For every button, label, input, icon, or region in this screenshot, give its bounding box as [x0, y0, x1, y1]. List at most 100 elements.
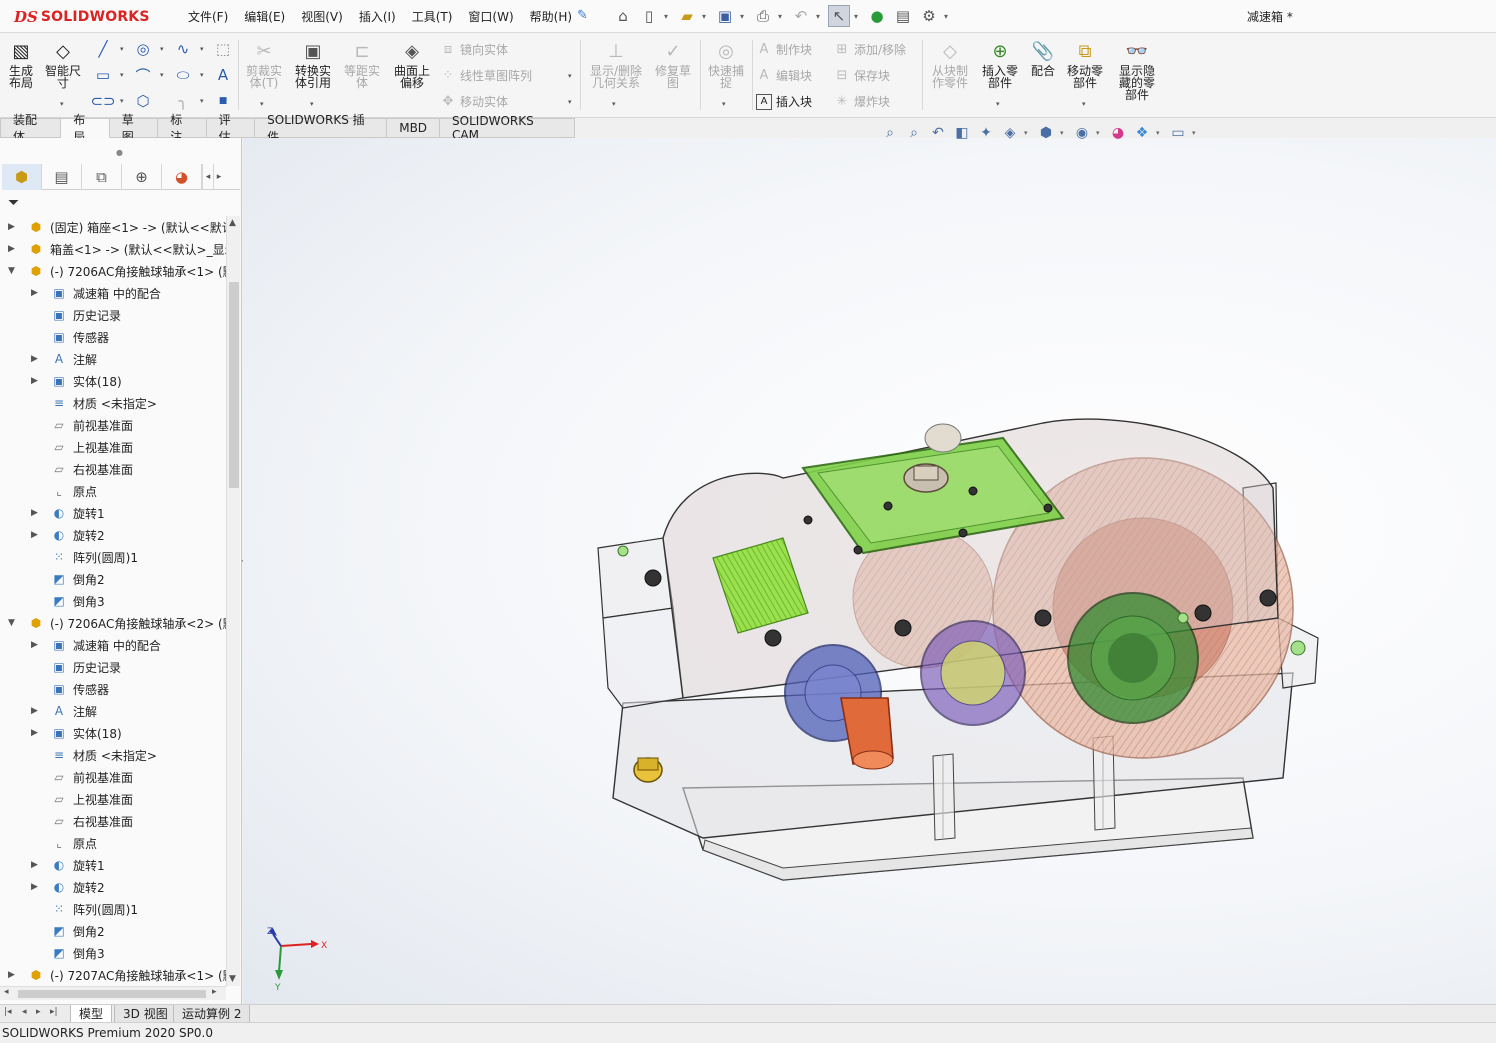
tree-item[interactable]: ▶ ◐ 旋转1 [0, 854, 226, 876]
ellipse-icon[interactable]: ⬭ [174, 66, 192, 84]
save-block-button[interactable]: ⊟ 保存块 [834, 67, 890, 84]
options-dropdown-icon[interactable]: ▾ [944, 12, 952, 21]
text-icon[interactable]: A [214, 66, 232, 84]
mate-button[interactable]: 📎 配合 [1026, 40, 1060, 78]
trim-entities-button[interactable]: ✂ 剪裁实体(T) [244, 40, 284, 90]
tree-item[interactable]: ▶ ▣ 减速箱 中的配合 [0, 634, 226, 656]
display-style-dropdown-icon[interactable]: ▾ [1060, 129, 1068, 137]
tree-item[interactable]: ▼ ⬢ (-) 7206AC角接触球轴承<1> (默 [0, 260, 226, 282]
menu-insert[interactable]: 插入(I) [351, 8, 404, 25]
tree-item[interactable]: ▱ 右视基准面 [0, 458, 226, 480]
select-arrow-icon[interactable]: ↖ [828, 5, 850, 27]
new-document-icon[interactable]: ▯ [638, 5, 660, 27]
new-dropdown-icon[interactable]: ▾ [664, 12, 672, 21]
menu-window[interactable]: 窗口(W) [460, 8, 521, 25]
zoom-to-fit-icon[interactable]: ⌕ [880, 123, 900, 143]
expand-arrow-icon[interactable]: ▶ [31, 728, 41, 738]
tab-evaluate[interactable]: 评估 [206, 113, 256, 144]
tree-item[interactable]: ⁙ 阵列(圆周)1 [0, 898, 226, 920]
make-block-button[interactable]: A 制作块 [756, 41, 812, 58]
add-remove-button[interactable]: ⊞ 添加/移除 [834, 41, 907, 58]
prev-tab-icon[interactable]: ◂ [22, 1007, 27, 1017]
tree-item[interactable]: ▼ ⬢ (-) 7206AC角接触球轴承<2> (默 [0, 612, 226, 634]
tree-item[interactable]: ▶ ⬢ 箱盖<1> -> (默认<<默认>_显示 [0, 238, 226, 260]
tree-item[interactable]: ▶ ▣ 实体(18) [0, 370, 226, 392]
previous-view-icon[interactable]: ↶ [928, 123, 948, 143]
explode-block-button[interactable]: ✳ 爆炸块 [834, 93, 890, 110]
tree-item[interactable]: ⁙ 阵列(圆周)1 [0, 546, 226, 568]
tree-item[interactable]: ▱ 上视基准面 [0, 436, 226, 458]
spline-dropdown-icon[interactable]: ▾ [200, 45, 204, 53]
view-settings-icon[interactable]: ▭ [1168, 123, 1188, 143]
tree-item[interactable]: ▱ 右视基准面 [0, 810, 226, 832]
display-style-icon[interactable]: ⬢ [1036, 123, 1056, 143]
file-properties-icon[interactable]: ▤ [892, 5, 914, 27]
tree-horizontal-scrollbar[interactable]: ◂ ▸ [0, 986, 226, 1000]
menu-tools[interactable]: 工具(T) [404, 8, 461, 25]
convert-entities-button[interactable]: ▣ 转换实体引用 [290, 40, 336, 90]
undo-dropdown-icon[interactable]: ▾ [816, 12, 824, 21]
spline-icon[interactable]: ∿ [174, 40, 192, 58]
last-tab-icon[interactable]: ▸| [50, 1007, 58, 1017]
tree-item[interactable]: ▱ 前视基准面 [0, 414, 226, 436]
options-gear-icon[interactable]: ⚙ [918, 5, 940, 27]
tree-item[interactable]: ◩ 倒角3 [0, 590, 226, 612]
tree-item[interactable]: ▶ ⬢ (-) 7207AC角接触球轴承<1> (默 [0, 964, 226, 986]
menu-view[interactable]: 视图(V) [293, 8, 351, 25]
view-orientation-dropdown-icon[interactable]: ▾ [1024, 129, 1032, 137]
tree-item[interactable]: ▱ 上视基准面 [0, 788, 226, 810]
dynamic-annotation-icon[interactable]: ✦ [976, 123, 996, 143]
tree-item[interactable]: ▶ ◐ 旋转1 [0, 502, 226, 524]
arc-dropdown-icon[interactable]: ▾ [160, 71, 164, 79]
menu-help[interactable]: 帮助(H) [522, 8, 580, 25]
tree-item[interactable]: ≡ 材质 <未指定> [0, 392, 226, 414]
move-entities-button[interactable]: ✥ 移动实体 [440, 93, 508, 110]
collapse-arrow-icon[interactable]: ▼ [8, 266, 18, 276]
hscroll-thumb[interactable] [18, 990, 206, 998]
expand-arrow-icon[interactable]: ▶ [8, 222, 18, 232]
slot-dropdown-icon[interactable]: ▾ [120, 97, 124, 105]
configuration-manager-tab-icon[interactable]: ⧉ [82, 164, 122, 190]
scroll-down-icon[interactable]: ▼ [229, 974, 236, 984]
feature-manager-tab-icon[interactable]: ⬢ [2, 164, 42, 190]
apply-scene-icon[interactable]: ❖ [1132, 123, 1152, 143]
save-icon[interactable]: ▣ [714, 5, 736, 27]
next-tab-icon[interactable]: ▸ [36, 1007, 41, 1017]
scroll-right-icon[interactable]: ▸ [212, 987, 217, 997]
ellipse-dropdown-icon[interactable]: ▾ [200, 71, 204, 79]
tree-item[interactable]: ▣ 传感器 [0, 678, 226, 700]
print-icon[interactable]: ⎙ [752, 5, 774, 27]
pin-icon[interactable]: ✎ [577, 8, 588, 23]
tree-item[interactable]: ▱ 前视基准面 [0, 766, 226, 788]
quick-snaps-button[interactable]: ◎ 快速捕捉 [704, 40, 748, 90]
tab-addins[interactable]: SOLIDWORKS 插件 [255, 113, 388, 144]
expand-arrow-icon[interactable]: ▶ [31, 354, 41, 364]
expand-arrow-icon[interactable]: ▶ [31, 508, 41, 518]
scroll-up-icon[interactable]: ▲ [229, 218, 236, 228]
view-orientation-icon[interactable]: ◈ [1000, 123, 1020, 143]
first-tab-icon[interactable]: |◂ [4, 1007, 12, 1017]
tree-item[interactable]: ⌞ 原点 [0, 832, 226, 854]
tree-item[interactable]: ◩ 倒角2 [0, 920, 226, 942]
tree-item[interactable]: ▣ 传感器 [0, 326, 226, 348]
print-dropdown-icon[interactable]: ▾ [778, 12, 786, 21]
smart-dimension-dropdown-icon[interactable]: ▾ [60, 100, 64, 108]
convert-dropdown-icon[interactable]: ▾ [310, 100, 314, 108]
make-part-from-block-button[interactable]: ◇ 从块制作零件 [928, 40, 972, 90]
generate-layout-button[interactable]: ▧ 生成布局 [4, 40, 38, 90]
open-icon[interactable]: ▰ [676, 5, 698, 27]
line-dropdown-icon[interactable]: ▾ [120, 45, 124, 53]
linear-pattern-button[interactable]: ⁘ 线性草图阵列 [440, 67, 532, 84]
expand-arrow-icon[interactable]: ▶ [31, 882, 41, 892]
display-delete-relations-button[interactable]: ⊥ 显示/删除几何关系 [588, 40, 644, 90]
tab-markup[interactable]: 标注 [158, 113, 207, 144]
smart-dimension-button[interactable]: ◇ 智能尺寸 [42, 40, 84, 90]
tree-item[interactable]: ▣ 历史记录 [0, 304, 226, 326]
offset-entities-button[interactable]: ⊏ 等距实体 [340, 40, 384, 90]
scene-dropdown-icon[interactable]: ▾ [1156, 129, 1164, 137]
tab-sketch[interactable]: 草图 [109, 113, 159, 144]
tree-item[interactable]: ◩ 倒角2 [0, 568, 226, 590]
move-component-button[interactable]: ⧉ 移动零部件 [1062, 40, 1108, 90]
menu-file[interactable]: 文件(F) [180, 8, 236, 25]
undo-icon[interactable]: ↶ [790, 5, 812, 27]
